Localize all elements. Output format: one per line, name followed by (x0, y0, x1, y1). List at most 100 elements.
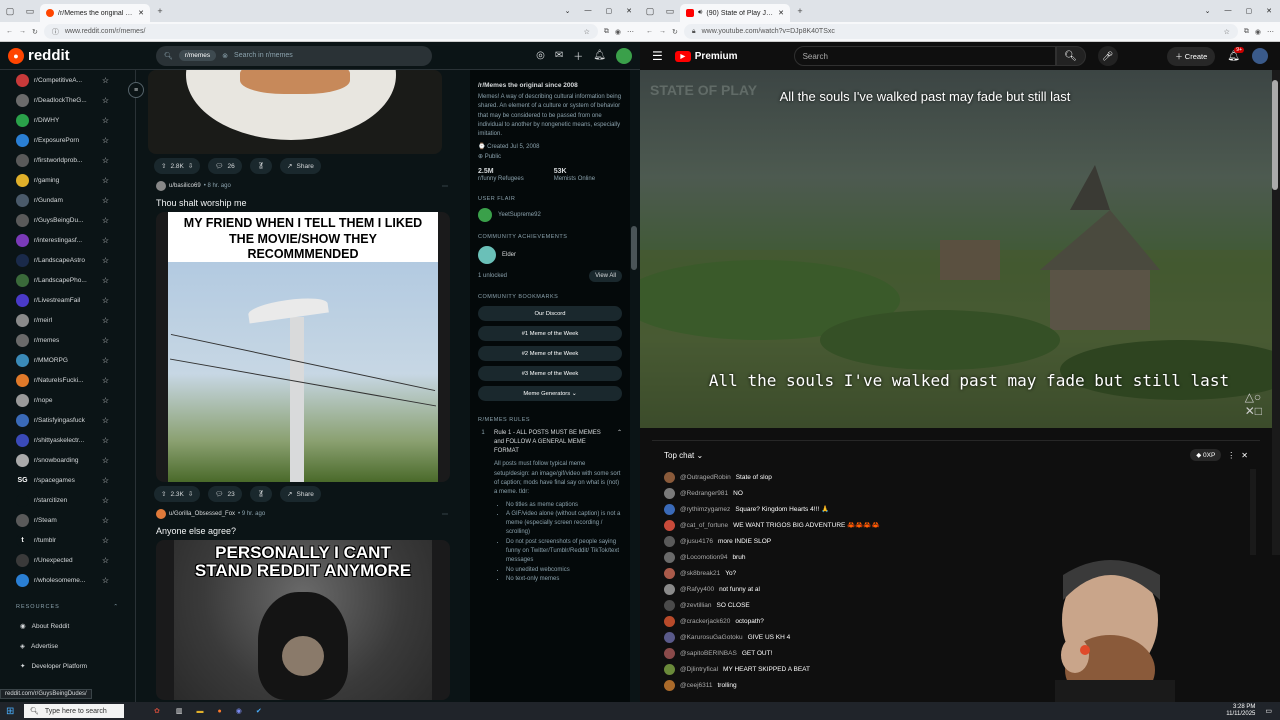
favorite-star-icon[interactable]: ☆ (102, 256, 109, 265)
favorite-star-icon[interactable]: ☆ (102, 156, 109, 165)
favorite-star-icon[interactable]: ☆ (102, 316, 109, 325)
sidebar-item[interactable]: r/meirl ☆ (0, 310, 135, 330)
post-author[interactable]: u/Gorilla_Obsessed_Fox (169, 511, 235, 517)
sidebar-item[interactable]: r/LandscapePho... ☆ (0, 270, 135, 290)
user-flair[interactable]: YeetSupreme92 (478, 208, 622, 223)
favorite-star-icon[interactable]: ☆ (102, 276, 109, 285)
post-author[interactable]: u/basilico69 (169, 183, 201, 189)
chat-author[interactable]: @rythimzygamez (680, 506, 730, 513)
share-button[interactable]: ↗ Share (280, 486, 321, 502)
bookmark-meme-week-1[interactable]: #1 Meme of the Week (478, 326, 622, 342)
forward-icon[interactable]: → (659, 28, 666, 35)
tab-list-icon[interactable]: ⌄ (1205, 7, 1211, 15)
extensions-icon[interactable]: ⧉ (1244, 28, 1249, 36)
voice-search-icon[interactable]: 🎤︎ (1097, 46, 1118, 66)
favorite-star-icon[interactable]: ☆ (102, 236, 109, 245)
favorite-star-icon[interactable]: ☆ (102, 536, 109, 545)
reload-icon[interactable]: ↻ (672, 28, 678, 36)
chat-author[interactable]: @jusu4176 (680, 538, 713, 545)
chat-author[interactable]: @zevtillian (680, 602, 712, 609)
tab-actions-icon[interactable]: ▭ (20, 6, 40, 17)
maximize-icon[interactable]: ▢ (606, 7, 613, 15)
minimize-icon[interactable]: — (1225, 7, 1232, 15)
sidebar-item[interactable]: r/MMORPG ☆ (0, 350, 135, 370)
sidebar-item[interactable]: r/ExposurePorn ☆ (0, 130, 135, 150)
tab-reddit[interactable]: /r/Memes the original since 20 ✕ (40, 4, 150, 22)
favorite-star-icon[interactable]: ☆ (102, 476, 109, 485)
favorite-star-icon[interactable]: ☆ (102, 296, 109, 305)
sidebar-item[interactable]: r/Gundam ☆ (0, 190, 135, 210)
sidebar-item[interactable]: r/firstworldprob... ☆ (0, 150, 135, 170)
sidebar-item[interactable]: r/Unexpected ☆ (0, 550, 135, 570)
profile-icon[interactable]: ◉ (615, 28, 621, 36)
profile-icon[interactable]: ◉ (1255, 28, 1261, 36)
tab-list-icon[interactable]: ⌄ (565, 7, 571, 15)
favorite-star-icon[interactable]: ☆ (102, 416, 109, 425)
chat-message[interactable]: @cat_of_fortune WE WANT TRIGOS BIG ADVENT… (652, 517, 1260, 533)
scrollbar[interactable] (631, 70, 639, 702)
close-tab-icon[interactable]: ✕ (778, 9, 784, 17)
create-button[interactable]: ＋ Create (1167, 46, 1216, 66)
close-tab-icon[interactable]: ✕ (138, 9, 144, 17)
rule-1[interactable]: 1 Rule 1 - ALL POSTS MUST BE MEMES and F… (478, 429, 622, 456)
sidebar-toggle-icon[interactable]: ▢ (0, 6, 20, 17)
chat-author[interactable]: @sk8break21 (680, 570, 720, 577)
back-icon[interactable]: ← (6, 28, 13, 35)
back-icon[interactable]: ← (646, 28, 653, 35)
notifications-icon[interactable]: 🔔︎ 9+ (1227, 46, 1244, 62)
reddit-search[interactable]: 🔍︎ r/memes ⊗ Search in r/memes (156, 45, 432, 66)
chat-author[interactable]: @Djlintryfical (680, 666, 718, 673)
xp-badge[interactable]: ◆ 0XP (1190, 449, 1222, 461)
sidebar-item[interactable]: r/gaming ☆ (0, 170, 135, 190)
start-icon[interactable]: ⊞ (6, 706, 14, 717)
resource-developer-platform[interactable]: ✦ Developer Platform (0, 656, 135, 676)
menu-dots-icon[interactable]: ⋯ (1267, 28, 1274, 36)
favorite-star-icon[interactable]: ☆ (584, 28, 590, 36)
url-bar[interactable]: 🔒︎ www.youtube.com/watch?v=DJp8K40TSxc ☆ (683, 24, 1238, 39)
favorite-star-icon[interactable]: ☆ (102, 376, 109, 385)
bookmark-meme-week-3[interactable]: #3 Meme of the Week (478, 366, 622, 382)
forward-icon[interactable]: → (19, 28, 26, 35)
task-view-icon[interactable]: ▥ (176, 707, 183, 715)
sidebar-item[interactable]: r/LandscapeAstro ☆ (0, 250, 135, 270)
close-chat-icon[interactable]: ✕ (1241, 451, 1248, 460)
sidebar-item[interactable]: r/interestingasf... ☆ (0, 230, 135, 250)
sidebar-item[interactable]: t r/tumblr ☆ (0, 530, 135, 550)
favorite-star-icon[interactable]: ☆ (102, 76, 109, 85)
favorite-star-icon[interactable]: ☆ (102, 576, 109, 585)
chat-message[interactable]: @Redranger981 NO (652, 485, 1260, 501)
create-post-icon[interactable]: ＋ (573, 48, 583, 63)
bookmark-our-discord[interactable]: Our Discord (478, 306, 622, 322)
achievement-elder[interactable]: Elder (478, 246, 622, 265)
sidebar-item[interactable]: r/Satisfyingasfuck ☆ (0, 410, 135, 430)
close-window-icon[interactable]: ✕ (626, 7, 632, 15)
vote-pill[interactable]: ⇧ 2.8K ⇩ (154, 158, 201, 174)
favorite-star-icon[interactable]: ☆ (102, 456, 109, 465)
post-image-plate[interactable] (148, 70, 442, 154)
notification-center-icon[interactable]: ▭ (1265, 707, 1272, 715)
favorite-star-icon[interactable]: ☆ (102, 176, 109, 185)
favorite-star-icon[interactable]: ☆ (102, 216, 109, 225)
site-info-icon[interactable]: ⓘ (52, 27, 59, 37)
post-meme-image[interactable]: PERSONALLY I CANT STAND REDDIT ANYMORE (156, 540, 450, 700)
notifications-icon[interactable]: 🔔︎ (593, 50, 606, 61)
chat-author[interactable]: @Rafyy400 (680, 586, 714, 593)
sidebar-item[interactable]: r/shittyaskelectr... ☆ (0, 430, 135, 450)
sidebar-item[interactable]: r/memes ☆ (0, 330, 135, 350)
chat-author[interactable]: @Locomotion94 (680, 554, 727, 561)
post-menu-icon[interactable]: ⋯ (442, 511, 448, 518)
chat-icon[interactable]: ✉ (555, 50, 563, 61)
award-button[interactable]: 🏅︎ (249, 486, 273, 502)
favorite-star-icon[interactable]: ☆ (102, 136, 109, 145)
chat-author[interactable]: @sapitoBERINBAS (680, 650, 737, 657)
favorite-star-icon[interactable]: ☆ (102, 356, 109, 365)
favorite-star-icon[interactable]: ☆ (102, 556, 109, 565)
post-title[interactable]: Thou shalt worship me (148, 194, 458, 212)
favorite-star-icon[interactable]: ☆ (102, 336, 109, 345)
view-all-button[interactable]: View All (589, 270, 622, 283)
favorite-star-icon[interactable]: ☆ (102, 516, 109, 525)
url-bar[interactable]: ⓘ www.reddit.com/r/memes/ ☆ (43, 24, 598, 39)
sidebar-item[interactable]: r/DiWHY ☆ (0, 110, 135, 130)
chat-author[interactable]: @Redranger981 (680, 490, 728, 497)
chat-message[interactable]: @rythimzygamez Square? Kingdom Hearts 4!!… (652, 501, 1260, 517)
